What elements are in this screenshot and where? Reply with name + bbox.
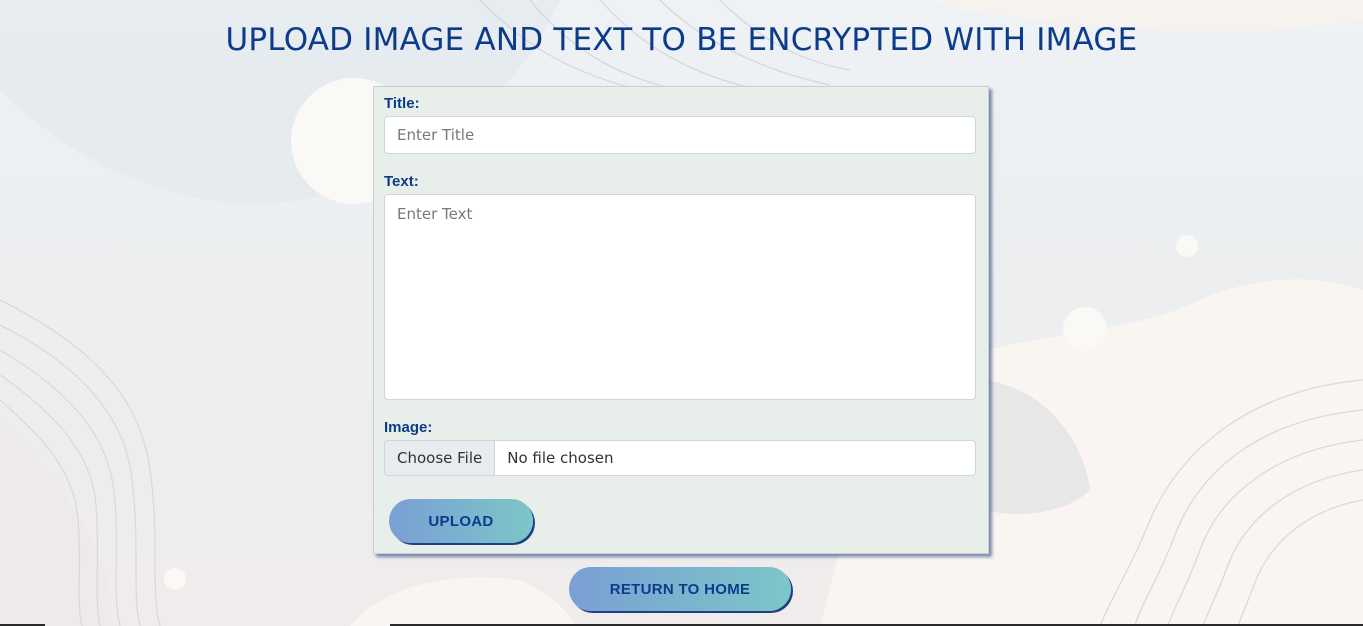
text-input[interactable] <box>384 194 976 400</box>
image-label: Image: <box>384 419 433 436</box>
page-title: UPLOAD IMAGE AND TEXT TO BE ENCRYPTED WI… <box>225 22 1138 58</box>
title-input[interactable] <box>384 116 976 154</box>
title-label: Title: <box>384 95 420 112</box>
text-label: Text: <box>384 173 419 190</box>
file-status: No file chosen <box>507 449 614 467</box>
return-home-button[interactable]: RETURN TO HOME <box>569 567 791 611</box>
choose-file-button[interactable]: Choose File <box>385 441 496 475</box>
upload-form: Title: Text: Image: Choose File No file … <box>373 86 989 554</box>
upload-button[interactable]: UPLOAD <box>389 499 533 543</box>
image-file-input[interactable]: Choose File No file chosen <box>384 440 976 476</box>
